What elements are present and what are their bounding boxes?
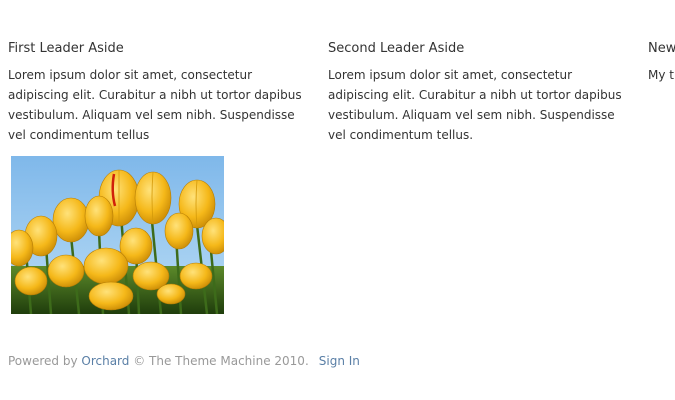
aside-title: New — [648, 41, 675, 56]
footer: Powered by Orchard © The Theme Machine 2… — [8, 351, 360, 371]
tulips-image — [11, 156, 224, 314]
second-leader-aside: Second Leader Aside Lorem ipsum dolor si… — [328, 39, 630, 145]
aside-body: Lorem ipsum dolor sit amet, consectetur … — [8, 68, 302, 142]
sign-in-link[interactable]: Sign In — [319, 354, 360, 368]
third-aside: New My th — [648, 39, 675, 85]
copyright-text: © The Theme Machine 2010. — [129, 354, 309, 368]
aside-title: First Leader Aside — [8, 41, 124, 56]
aside-title: Second Leader Aside — [328, 41, 465, 56]
orchard-link[interactable]: Orchard — [81, 354, 129, 368]
aside-body: Lorem ipsum dolor sit amet, consectetur … — [328, 68, 622, 142]
aside-body: My th — [648, 68, 675, 82]
page: First Leader Aside Lorem ipsum dolor sit… — [0, 0, 675, 400]
first-leader-aside: First Leader Aside Lorem ipsum dolor sit… — [8, 39, 310, 145]
powered-by-text: Powered by — [8, 354, 82, 368]
